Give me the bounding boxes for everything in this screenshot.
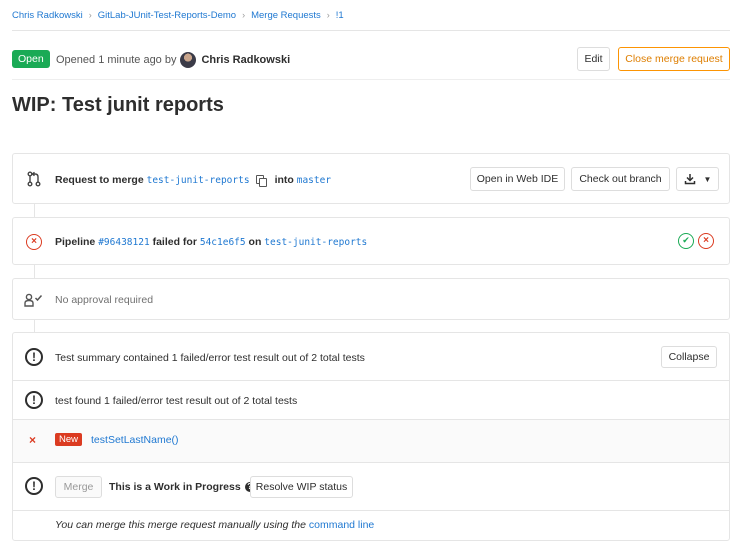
source-branch[interactable]: test-junit-reports xyxy=(147,175,250,186)
approval-widget: No approval required xyxy=(12,278,730,320)
opened-prefix: Opened 1 minute ago by xyxy=(56,54,177,66)
on-label: on xyxy=(248,236,262,248)
download-dropdown-button[interactable]: ▼ xyxy=(676,167,719,191)
check-out-branch-button[interactable]: Check out branch xyxy=(571,167,670,191)
widget-connector xyxy=(34,265,35,278)
download-icon xyxy=(684,174,695,185)
pipeline-label: Pipeline xyxy=(55,236,96,248)
exclamation-circle-icon-wrap: ! xyxy=(23,347,45,367)
pipeline-widget: × Pipeline #96438121 failed for 54c1e6f5… xyxy=(12,217,730,265)
close-icon: × xyxy=(29,433,37,447)
test-suite-text: test found 1 failed/error test result ou… xyxy=(55,395,298,407)
approval-text: No approval required xyxy=(55,294,154,306)
merge-request-text: Request to merge test-junit-reports into… xyxy=(55,172,331,188)
failed-test-content: New testSetLastName() xyxy=(55,433,179,446)
chevron-right-icon: › xyxy=(88,10,92,20)
pipeline-stages: ✔ × xyxy=(678,233,714,249)
merge-request-widget: Request to merge test-junit-reports into… xyxy=(12,153,730,204)
exclamation-circle-icon: ! xyxy=(25,477,43,495)
widget-connector xyxy=(34,320,35,332)
approval-icon xyxy=(23,291,45,309)
chevron-down-icon: ▼ xyxy=(703,174,712,184)
exclamation-circle-icon-wrap: ! xyxy=(23,390,45,410)
collapse-button[interactable]: Collapse xyxy=(661,346,717,368)
breadcrumb: Chris Radkowski › GitLab-JUnit-Test-Repo… xyxy=(12,8,344,22)
exclamation-circle-icon: ! xyxy=(25,348,43,366)
status-badge: Open xyxy=(12,50,50,68)
exclamation-circle-icon: ! xyxy=(25,391,43,409)
status-failed-icon[interactable]: × xyxy=(698,233,714,249)
exclamation-circle-icon-wrap: ! xyxy=(23,476,45,496)
chevron-right-icon: › xyxy=(242,10,246,20)
test-summary-text: Test summary contained 1 failed/error te… xyxy=(55,352,365,364)
breadcrumb-merge-requests[interactable]: Merge Requests xyxy=(251,10,321,21)
pipeline-branch-link[interactable]: test-junit-reports xyxy=(264,237,367,248)
pipeline-id-link[interactable]: #96438121 xyxy=(98,237,149,248)
status-success-icon[interactable]: ✔ xyxy=(678,233,694,249)
wip-text: This is a Work in Progress xyxy=(109,481,241,493)
pipeline-text: Pipeline #96438121 failed for 54c1e6f5 o… xyxy=(55,234,367,250)
new-badge: New xyxy=(55,433,83,446)
chevron-right-icon: › xyxy=(326,10,330,20)
failed-test-link[interactable]: testSetLastName() xyxy=(91,434,179,446)
edit-button[interactable]: Edit xyxy=(577,47,610,71)
manual-merge-prefix: You can merge this merge request manuall… xyxy=(55,519,306,531)
request-to-merge-label: Request to merge xyxy=(55,174,144,186)
manual-merge-text: You can merge this merge request manuall… xyxy=(55,519,374,531)
commit-link[interactable]: 54c1e6f5 xyxy=(200,237,246,248)
status-failed-icon-wrap: × xyxy=(23,233,45,251)
wip-text-wrap: This is a Work in Progress ? xyxy=(109,479,255,495)
author-name[interactable]: Chris Radkowski xyxy=(201,54,290,66)
page-title: WIP: Test junit reports xyxy=(12,94,224,116)
resolve-wip-button[interactable]: Resolve WIP status xyxy=(250,476,353,498)
target-branch[interactable]: master xyxy=(297,175,331,186)
avatar[interactable] xyxy=(180,52,197,68)
divider xyxy=(13,380,729,381)
merge-request-icon xyxy=(23,170,45,188)
open-web-ide-button[interactable]: Open in Web IDE xyxy=(470,167,565,191)
breadcrumb-project[interactable]: GitLab-JUnit-Test-Reports-Demo xyxy=(98,10,236,21)
breadcrumb-user[interactable]: Chris Radkowski xyxy=(12,10,83,21)
merge-button[interactable]: Merge xyxy=(55,476,102,498)
into-label: into xyxy=(274,174,294,186)
status-failed-icon[interactable]: × xyxy=(26,234,42,250)
test-reports-widget: ! Test summary contained 1 failed/error … xyxy=(12,332,730,541)
divider xyxy=(12,30,730,31)
divider xyxy=(12,79,730,80)
breadcrumb-mr-id[interactable]: !1 xyxy=(336,10,344,21)
divider xyxy=(13,510,729,511)
opened-info: Opened 1 minute ago by Chris Radkowski xyxy=(56,52,290,68)
command-line-link[interactable]: command line xyxy=(309,519,374,531)
widget-connector xyxy=(34,204,35,217)
pipeline-status-text: failed for xyxy=(152,236,197,248)
close-merge-request-button[interactable]: Close merge request xyxy=(618,47,730,71)
failed-test-row[interactable]: × New testSetLastName() xyxy=(13,419,729,463)
copy-icon[interactable] xyxy=(255,175,267,187)
